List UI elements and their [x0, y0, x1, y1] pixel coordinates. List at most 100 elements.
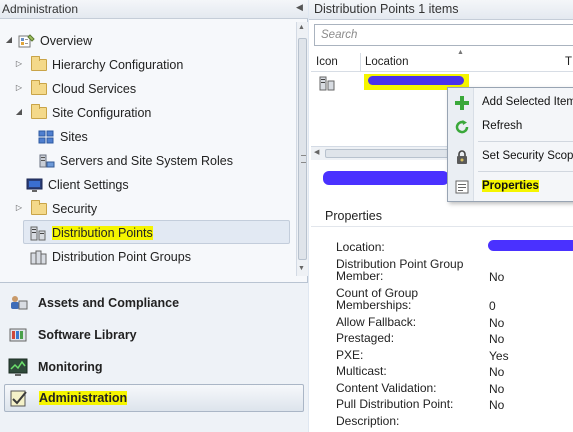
redacted-server-name: [323, 171, 449, 185]
tree-scrollbar[interactable]: ▲ ▼: [296, 22, 308, 276]
scrollbar-thumb[interactable]: [298, 38, 307, 260]
workspace-assets-and-compliance[interactable]: Assets and Compliance: [4, 289, 304, 317]
tree-item-distribution-point-groups[interactable]: Distribution Point Groups: [30, 246, 191, 268]
results-header: Distribution Points 1 items: [309, 0, 573, 20]
collapse-pane-icon[interactable]: ◀: [296, 2, 303, 13]
property-label: Count of Group Memberships:: [336, 286, 419, 312]
search-input[interactable]: [315, 25, 573, 45]
tree-item-label: Distribution Points: [52, 226, 153, 240]
expand-arrow-icon[interactable]: ◢: [4, 35, 14, 44]
column-header-location[interactable]: Location: [365, 56, 408, 68]
properties-icon: [454, 179, 470, 195]
tree-item-label: Security: [52, 202, 98, 216]
property-label: Pull Distribution Point:: [336, 397, 454, 411]
collapse-arrow-icon[interactable]: ▷: [14, 83, 24, 92]
workspace-software-library[interactable]: Software Library: [4, 321, 304, 349]
assets-compliance-icon: [8, 293, 28, 313]
folder-icon: [30, 80, 47, 97]
context-menu: Add Selected Items Refresh Set Security …: [447, 87, 573, 202]
property-label: Prestaged:: [336, 331, 395, 345]
redacted-location-value: [488, 240, 573, 251]
property-value: No: [489, 382, 505, 396]
tree-item-cloud-services[interactable]: ▷ Cloud Services: [14, 78, 136, 100]
column-divider[interactable]: [360, 53, 361, 72]
tree-item-overview[interactable]: ◢ Overview: [4, 30, 92, 52]
tree-item-label: Site Configuration: [52, 106, 152, 120]
property-label: Allow Fallback:: [336, 315, 417, 329]
sort-ascending-icon: ▲: [457, 49, 464, 56]
administration-icon: [9, 388, 29, 408]
menu-item-add-selected-items[interactable]: Add Selected Items: [448, 91, 573, 115]
scroll-up-icon[interactable]: ▲: [298, 24, 305, 31]
menu-item-refresh[interactable]: Refresh: [448, 115, 573, 139]
tree-item-distribution-points[interactable]: Distribution Points: [30, 222, 153, 244]
details-divider: [311, 226, 573, 227]
property-value: No: [489, 332, 505, 346]
collapse-arrow-icon[interactable]: ▷: [14, 203, 24, 212]
details-section-title: Properties: [325, 209, 382, 223]
sites-icon: [38, 130, 55, 145]
property-value: No: [489, 270, 505, 284]
workspace-monitoring[interactable]: Monitoring: [4, 353, 304, 381]
navigation-pane-header: Administration ◀: [0, 0, 308, 19]
tree-item-label: Hierarchy Configuration: [52, 58, 184, 72]
tree-item-sites[interactable]: Sites: [38, 126, 88, 148]
property-label: Location:: [336, 240, 385, 254]
navigation-tree: ◢ Overview ▷ Hierarchy Configuration ▷ C…: [0, 22, 296, 278]
column-header-icon[interactable]: Icon: [316, 56, 338, 68]
scroll-left-icon[interactable]: ◀: [314, 148, 319, 156]
tree-item-client-settings[interactable]: Client Settings: [26, 174, 129, 196]
menu-item-properties[interactable]: Properties: [448, 175, 573, 199]
menu-separator: [478, 141, 573, 142]
property-label: Description:: [336, 414, 400, 428]
property-label: Multicast:: [336, 364, 387, 378]
monitoring-icon: [8, 357, 28, 377]
menu-separator: [478, 171, 573, 172]
client-settings-icon: [26, 178, 43, 193]
distribution-points-icon: [30, 226, 47, 241]
tree-item-label: Servers and Site System Roles: [60, 154, 233, 168]
scroll-down-icon[interactable]: ▼: [298, 265, 305, 272]
workspace-administration[interactable]: Administration: [4, 384, 304, 412]
folder-icon: [30, 56, 47, 73]
tree-item-security[interactable]: ▷ Security: [14, 198, 97, 220]
tree-item-servers-and-site-system-roles[interactable]: Servers and Site System Roles: [38, 150, 233, 172]
results-pane: Distribution Points 1 items Icon ▲ Locat…: [309, 0, 573, 432]
property-value: No: [489, 398, 505, 412]
tree-item-site-configuration[interactable]: ◢ Site Configuration: [14, 102, 151, 124]
security-scopes-icon: [454, 149, 470, 165]
redacted-location: [368, 76, 464, 85]
menu-item-set-security-scopes[interactable]: Set Security Scopes: [448, 145, 573, 169]
tree-item-label: Distribution Point Groups: [52, 250, 191, 264]
tree-item-label: Cloud Services: [52, 82, 137, 96]
collapse-arrow-icon[interactable]: ▷: [14, 59, 24, 68]
tree-item-hierarchy-configuration[interactable]: ▷ Hierarchy Configuration: [14, 54, 183, 76]
tree-item-label: Overview: [40, 34, 93, 48]
expand-arrow-icon[interactable]: ◢: [14, 107, 24, 116]
navigation-pane: Administration ◀ ◢ Overview ▷ Hierarchy …: [0, 0, 308, 432]
property-value: 0: [489, 299, 496, 313]
list-column-headers: Icon ▲ Location T: [311, 49, 573, 72]
servers-icon: [38, 154, 55, 169]
results-title: Distribution Points 1 items: [314, 2, 459, 16]
property-label: Distribution Point Group Member:: [336, 257, 464, 283]
workspace-title: Administration: [2, 2, 79, 16]
workspace-switcher: Assets and Compliance Software Library M…: [0, 282, 308, 432]
property-value: No: [489, 365, 505, 379]
refresh-icon: [454, 119, 470, 135]
add-icon: [454, 95, 470, 111]
property-label: PXE:: [336, 348, 364, 362]
tree-item-label: Sites: [60, 130, 88, 144]
distribution-point-groups-icon: [30, 250, 47, 265]
search-box[interactable]: [314, 24, 573, 46]
property-value: Yes: [489, 349, 509, 363]
folder-icon: [30, 200, 47, 217]
scrollbar-thumb[interactable]: [325, 149, 451, 158]
property-value: No: [489, 316, 505, 330]
tree-item-label: Client Settings: [48, 178, 129, 192]
list-horizontal-scrollbar[interactable]: ◀: [311, 146, 456, 160]
column-header-type[interactable]: T: [565, 56, 572, 68]
overview-icon: [18, 33, 35, 49]
folder-icon: [30, 104, 47, 121]
property-label: Content Validation:: [336, 381, 437, 395]
